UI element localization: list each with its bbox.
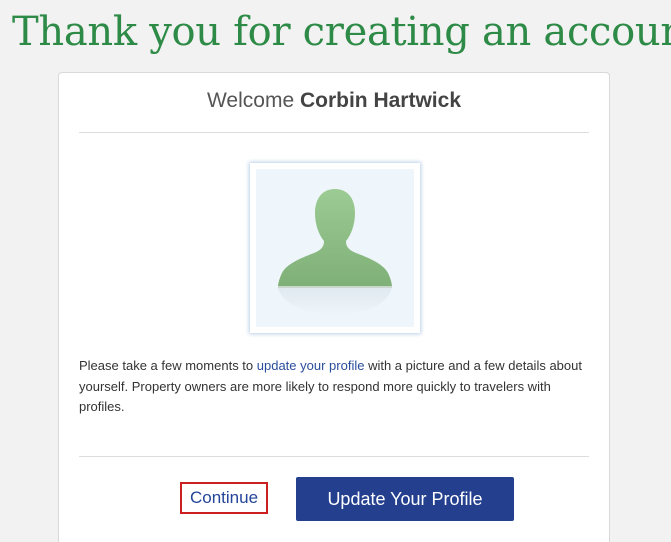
update-profile-link[interactable]: update your profile xyxy=(257,358,365,373)
welcome-greeting: Welcome xyxy=(206,89,295,112)
user-name: Corbin Hartwick xyxy=(299,89,461,112)
message-text-start: Please take a few moments to xyxy=(79,358,257,373)
page-title: Thank you for creating an account xyxy=(12,9,671,55)
header-divider xyxy=(79,132,589,133)
footer-divider xyxy=(79,456,589,457)
default-avatar-icon xyxy=(256,169,414,327)
profile-picture-placeholder xyxy=(250,163,420,333)
continue-link[interactable]: Continue xyxy=(180,482,268,514)
update-your-profile-button[interactable]: Update Your Profile xyxy=(296,477,514,521)
welcome-card: Welcome Corbin Hartwick Please take a fe… xyxy=(58,72,610,542)
welcome-heading: Welcome Corbin Hartwick xyxy=(59,89,609,113)
profile-message: Please take a few moments to update your… xyxy=(79,356,589,418)
